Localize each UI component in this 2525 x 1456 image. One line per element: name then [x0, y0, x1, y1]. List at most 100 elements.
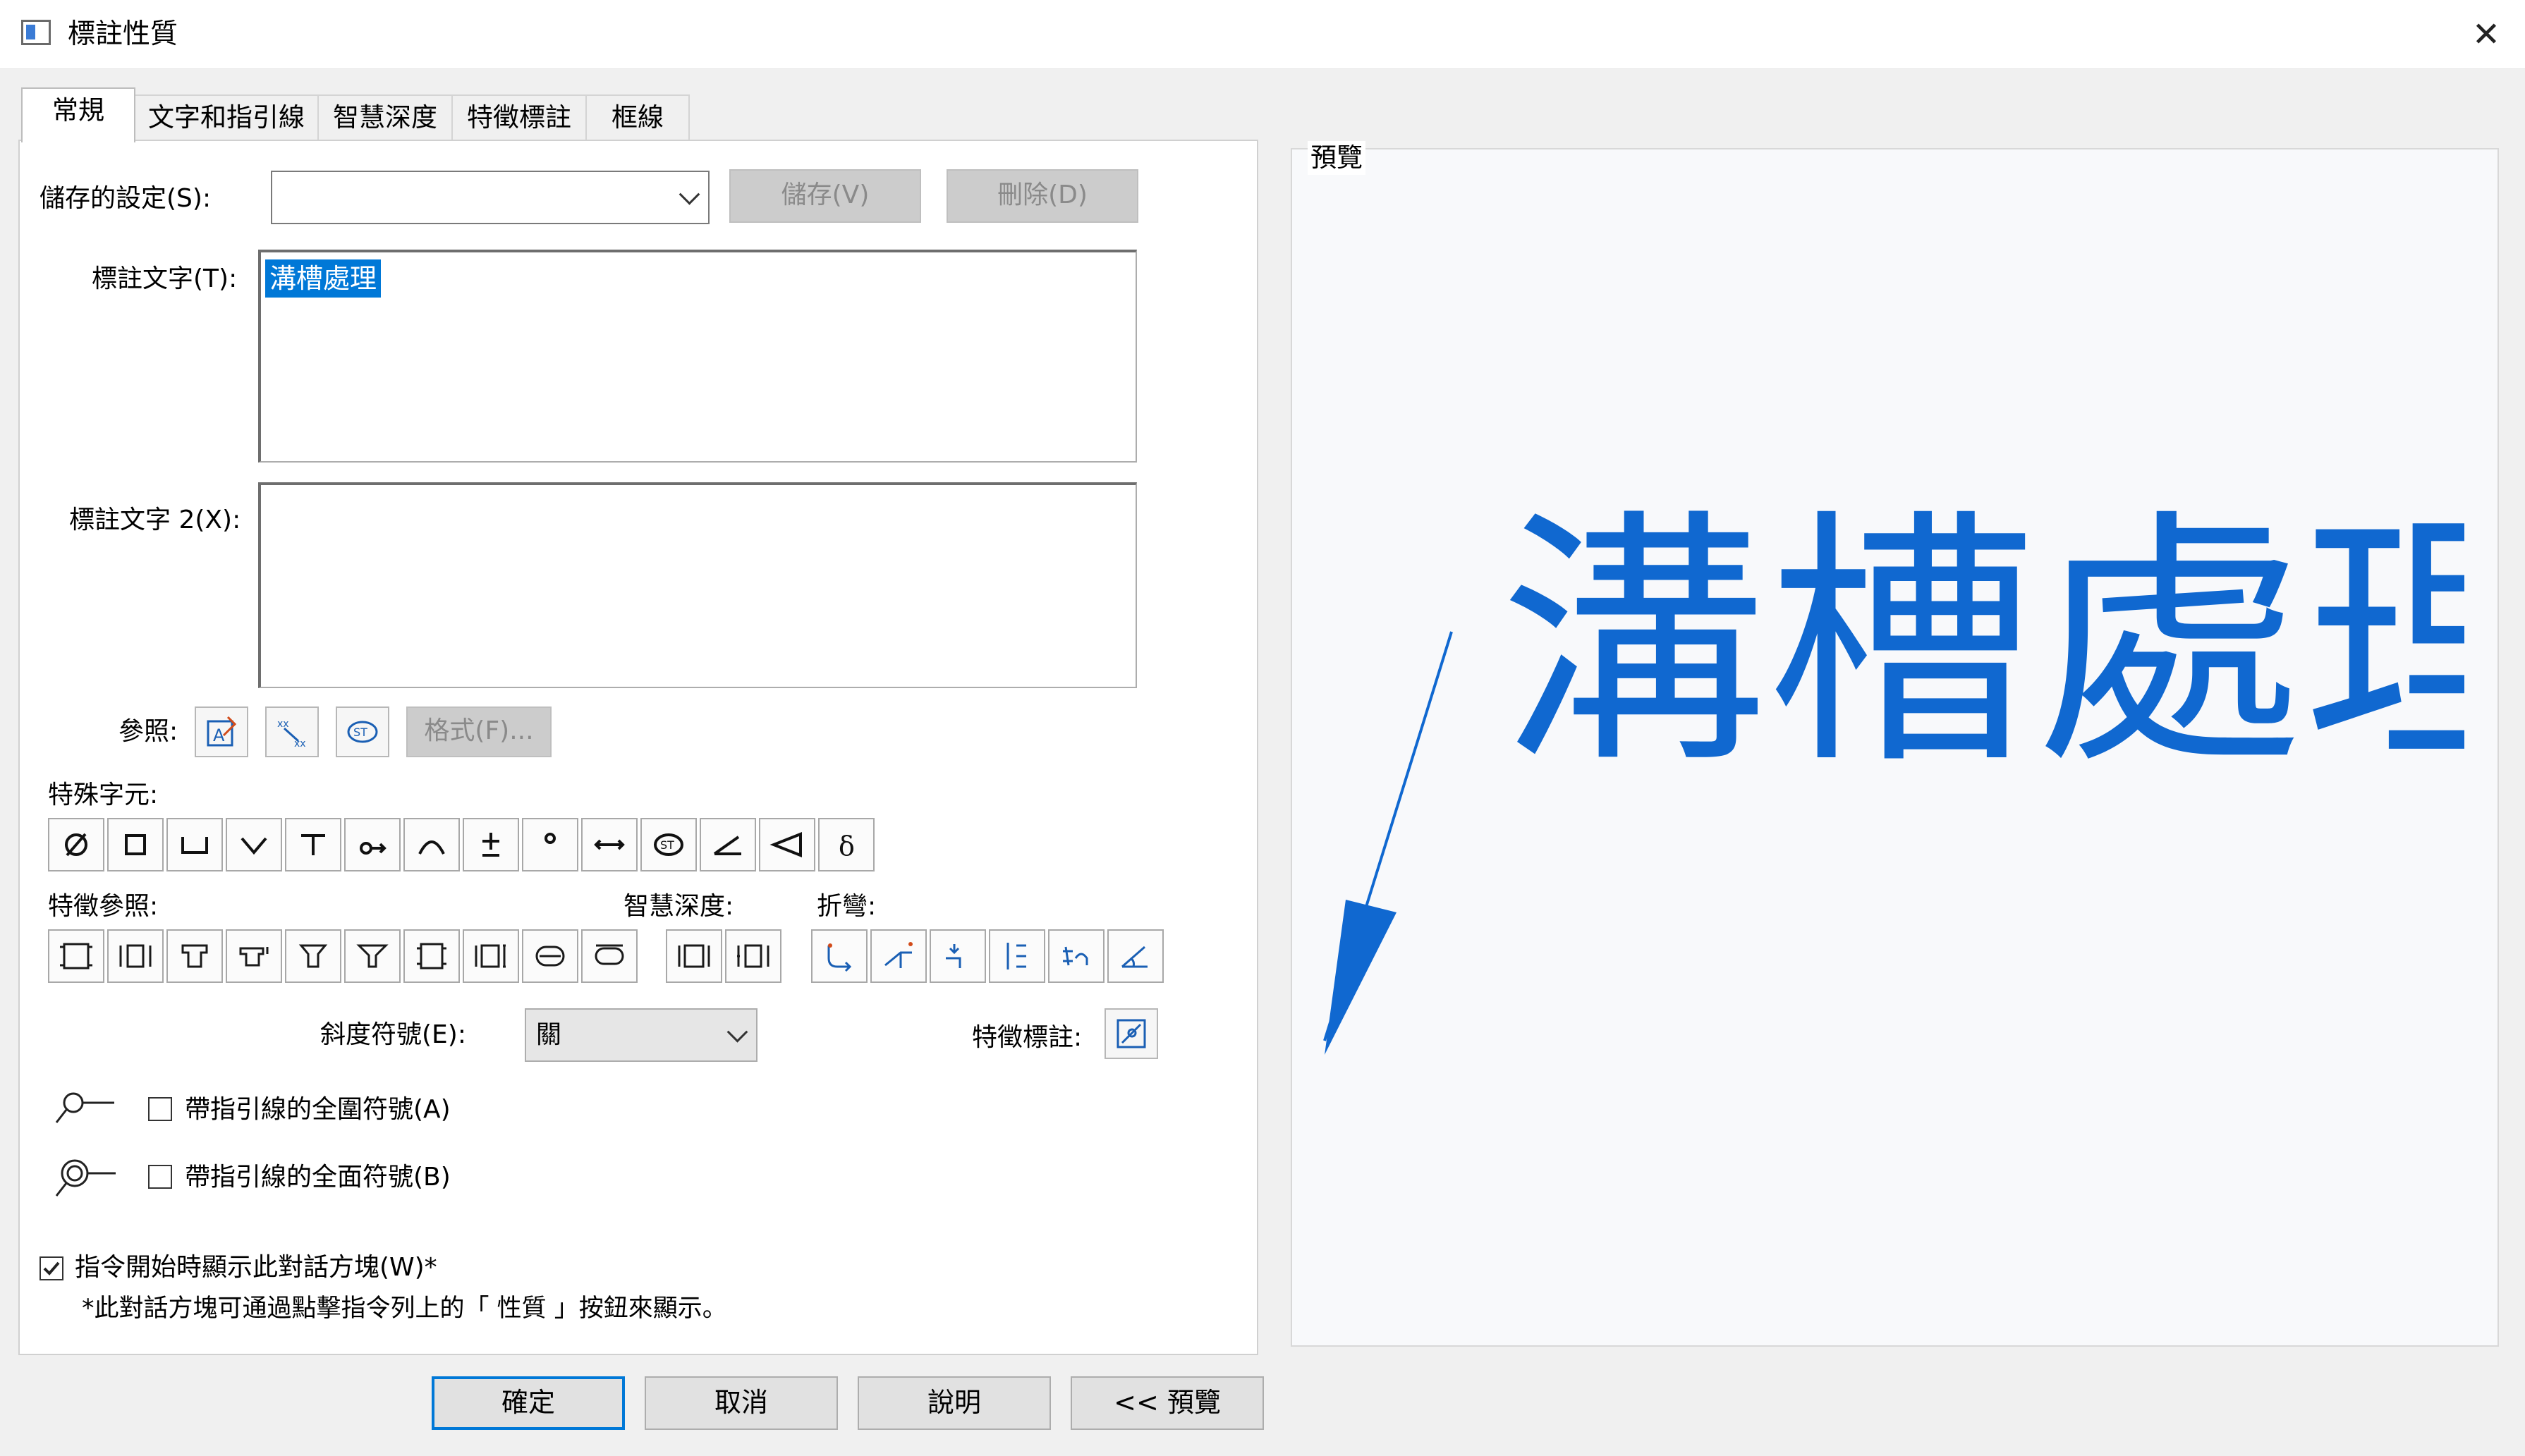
close-button[interactable]: ✕	[2462, 11, 2511, 58]
format-button[interactable]: 格式(F)...	[406, 706, 552, 757]
taper-button[interactable]	[759, 818, 815, 871]
thread-depth-button[interactable]	[463, 929, 519, 983]
feature-callout-button[interactable]	[1105, 1008, 1158, 1059]
delta-button[interactable]: δ	[818, 818, 875, 871]
all-around-leader-icon	[54, 1086, 117, 1128]
countersink-button[interactable]	[226, 818, 282, 871]
property-text-icon: A	[207, 716, 237, 747]
slot-depth-button[interactable]	[581, 929, 638, 983]
show-on-start-label: 指令開始時顯示此對話方塊(W)*	[75, 1253, 437, 1282]
statistical-icon: ST	[654, 833, 683, 856]
bevel-dropdown[interactable]: 關	[525, 1008, 758, 1062]
bend-k-factor-icon	[1063, 946, 1088, 966]
saved-settings-label: 儲存的設定(S):	[39, 184, 212, 213]
window-title: 標註性質	[68, 18, 178, 50]
callout-text-value: 溝槽處理	[265, 259, 382, 298]
all-around-leader-label: 帶指引線的全圍符號(A)	[185, 1095, 451, 1124]
reference-surface-texture-button[interactable]: ST	[336, 706, 389, 757]
smart-depth-label: 智慧深度:	[623, 892, 734, 921]
thread-depth-icon	[475, 944, 506, 968]
counterbore-button[interactable]	[166, 818, 223, 871]
smart-depth-hole-icon	[678, 944, 710, 968]
svg-text:xx: xx	[294, 738, 306, 750]
square-icon	[125, 834, 146, 855]
preview-toggle-button[interactable]: << 預覽	[1071, 1376, 1264, 1430]
bend-direction-button[interactable]	[811, 929, 868, 983]
reference-dimension-button[interactable]: xx xx	[265, 706, 319, 757]
tab-smart-depth[interactable]: 智慧深度	[317, 94, 453, 141]
bend-radius-icon	[946, 944, 961, 968]
preview-canvas: 溝槽處理	[1310, 188, 2525, 1328]
feature-reference-toolbar	[48, 929, 1164, 986]
bevel-value: 關	[536, 1020, 562, 1049]
counterbore-depth-icon	[239, 947, 269, 967]
statistical-button[interactable]: ST	[640, 818, 697, 871]
bend-radius-button[interactable]	[930, 929, 986, 983]
bend-label: 折彎:	[817, 892, 877, 921]
chevron-down-icon	[726, 1021, 748, 1043]
callout-text2-label: 標註文字 2(X):	[69, 506, 241, 534]
callout-text-input[interactable]: 溝槽處理	[258, 250, 1137, 463]
thread-hole-button[interactable]	[403, 929, 460, 983]
countersink-depth-button[interactable]	[344, 929, 401, 983]
counterbore-depth-button[interactable]	[226, 929, 282, 983]
countersink-icon	[241, 837, 267, 855]
hole-simple-icon	[60, 943, 92, 969]
surface-texture-icon: ST	[347, 721, 378, 743]
degree-button[interactable]	[522, 818, 578, 871]
counterbore-hole-button[interactable]	[166, 929, 223, 983]
tab-text-and-leader[interactable]: 文字和指引線	[134, 94, 319, 141]
save-button[interactable]: 儲存(V)	[729, 169, 921, 223]
bevel-label: 斜度符號(E):	[320, 1020, 466, 1049]
feature-callout-label: 特徵標註:	[972, 1023, 1083, 1052]
diameter-button[interactable]	[48, 818, 104, 871]
delta-icon: δ	[839, 831, 855, 862]
special-chars-label: 特殊字元:	[48, 781, 159, 809]
dimension-reference-icon: xxxx	[277, 718, 306, 750]
all-around-leader-checkbox[interactable]	[148, 1097, 172, 1121]
hole-simple-button[interactable]	[48, 929, 104, 983]
callout-text2-input[interactable]	[258, 482, 1137, 688]
thread-hole-icon	[417, 943, 446, 969]
smart-depth-thread-button[interactable]	[725, 929, 781, 983]
arc-button[interactable]	[403, 818, 460, 871]
reference-property-button[interactable]: A	[195, 706, 248, 757]
reference-label: 參照:	[118, 717, 178, 746]
countersink-depth-icon	[356, 944, 389, 968]
ok-button[interactable]: 確定	[432, 1376, 625, 1430]
countersink-hole-button[interactable]	[285, 929, 341, 983]
bend-direction-icon	[827, 943, 852, 972]
bend-angle-icon	[884, 942, 913, 968]
slope-origin-button[interactable]	[344, 818, 401, 871]
delete-button[interactable]: 刪除(D)	[947, 169, 1138, 223]
svg-text:A: A	[213, 726, 225, 745]
svg-text:xx: xx	[277, 718, 289, 730]
help-note: *此對話方塊可通過點擊指令列上的「 性質 」按鈕來顯示。	[82, 1295, 727, 1323]
show-on-start-checkbox[interactable]	[39, 1256, 63, 1280]
saved-settings-dropdown[interactable]	[271, 171, 710, 224]
bend-angle-button[interactable]	[870, 929, 927, 983]
all-over-leader-checkbox[interactable]	[148, 1165, 172, 1189]
cancel-button[interactable]: 取消	[645, 1376, 838, 1430]
tab-general[interactable]: 常規	[21, 87, 135, 142]
square-button[interactable]	[107, 818, 164, 871]
between-button[interactable]	[581, 818, 638, 871]
hole-depth-button[interactable]	[107, 929, 164, 983]
help-button[interactable]: 說明	[858, 1376, 1051, 1430]
tab-border[interactable]: 框線	[585, 94, 690, 141]
bend-deduction-button[interactable]	[1107, 929, 1164, 983]
feature-callout-icon	[1117, 1019, 1146, 1048]
svg-text:δ: δ	[839, 831, 855, 862]
smart-depth-hole-button[interactable]	[666, 929, 722, 983]
plus-minus-button[interactable]	[463, 818, 519, 871]
taper-icon	[769, 832, 802, 857]
smart-depth-thread-icon	[737, 944, 769, 968]
tab-feature-callout[interactable]: 特徵標註	[451, 94, 587, 141]
depth-button[interactable]	[285, 818, 341, 871]
feature-reference-label: 特徵參照:	[48, 892, 159, 921]
angle-button[interactable]	[700, 818, 756, 871]
bend-sequence-button[interactable]	[989, 929, 1045, 983]
slope-origin-icon	[360, 842, 387, 855]
bend-k-factor-button[interactable]	[1048, 929, 1105, 983]
slot-button[interactable]	[522, 929, 578, 983]
